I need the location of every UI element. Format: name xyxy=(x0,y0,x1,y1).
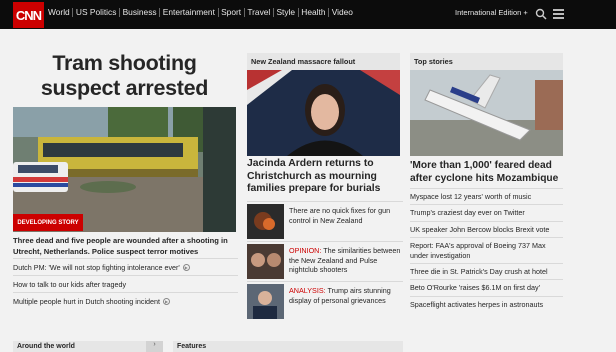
nav-video[interactable]: Video xyxy=(328,8,355,17)
section-header-nz[interactable]: New Zealand massacre fallout xyxy=(247,53,400,70)
play-icon[interactable]: ▶ xyxy=(163,297,171,305)
top-stories-list: Myspace lost 12 years' worth of music Tr… xyxy=(410,188,563,312)
nz-feature-image[interactable] xyxy=(247,70,400,156)
list-item[interactable]: There are no quick fixes for gun control… xyxy=(247,201,403,241)
nav-style[interactable]: Style xyxy=(272,8,298,17)
list-item[interactable]: Report: FAA's approval of Boeing 737 Max… xyxy=(410,237,563,263)
link-text[interactable]: Dutch PM: 'We will not stop fighting int… xyxy=(13,263,180,272)
nav-sport[interactable]: Sport xyxy=(217,8,244,17)
chevron-right-icon[interactable]: › xyxy=(146,341,163,352)
list-item[interactable]: Multiple people hurt in Dutch shooting i… xyxy=(13,292,238,309)
thumbnail[interactable] xyxy=(247,204,284,239)
list-item[interactable]: Spaceflight activates herpes in astronau… xyxy=(410,295,563,312)
thumbnail[interactable] xyxy=(247,284,284,319)
nav-business[interactable]: Business xyxy=(119,8,159,17)
thumb-text[interactable]: ANALYSIS: Trump airs stunning display of… xyxy=(289,286,403,305)
nz-related-list: There are no quick fixes for gun control… xyxy=(247,201,403,321)
top-navigation-bar: CNN World US Politics Business Entertain… xyxy=(0,0,616,29)
thumbnail[interactable] xyxy=(247,244,284,279)
cnn-logo[interactable]: CNN xyxy=(13,2,44,28)
nav-us-politics[interactable]: US Politics xyxy=(72,8,119,17)
section-header-around-the-world[interactable]: Around the world xyxy=(13,341,163,352)
lead-caption[interactable]: Three dead and five people are wounded a… xyxy=(13,236,238,257)
nav-travel[interactable]: Travel xyxy=(243,8,273,17)
list-item[interactable]: Three die in St. Patrick's Day crush at … xyxy=(410,263,563,279)
list-item[interactable]: ANALYSIS: Trump airs stunning display of… xyxy=(247,281,403,321)
link-text[interactable]: How to talk to our kids after tragedy xyxy=(13,280,126,289)
lead-headline[interactable]: Tram shooting suspect arrested xyxy=(13,51,236,101)
list-item[interactable]: Trump's craziest day ever on Twitter xyxy=(410,204,563,220)
list-item[interactable]: Myspace lost 12 years' worth of music xyxy=(410,188,563,204)
nav-entertainment[interactable]: Entertainment xyxy=(159,8,217,17)
link-text[interactable]: Multiple people hurt in Dutch shooting i… xyxy=(13,297,160,306)
edition-selector[interactable]: International Edition + xyxy=(455,8,528,17)
main-nav: World US Politics Business Entertainment… xyxy=(48,8,356,17)
thumb-text[interactable]: There are no quick fixes for gun control… xyxy=(289,206,403,225)
list-item[interactable]: Dutch PM: 'We will not stop fighting int… xyxy=(13,258,238,275)
list-item[interactable]: UK speaker John Bercow blocks Brexit vot… xyxy=(410,220,563,237)
list-item[interactable]: How to talk to our kids after tragedy xyxy=(13,275,238,292)
thumb-text[interactable]: OPINION: The similarities between the Ne… xyxy=(289,246,403,275)
section-header-top-stories[interactable]: Top stories xyxy=(410,53,563,70)
list-item[interactable]: Beto O'Rourke 'raises $6.1M on first day… xyxy=(410,279,563,295)
developing-story-badge: DEVELOPING STORY xyxy=(13,214,83,231)
play-icon[interactable]: ▶ xyxy=(182,263,190,271)
list-item[interactable]: OPINION: The similarities between the Ne… xyxy=(247,241,403,281)
top-story-caption[interactable]: 'More than 1,000' feared dead after cycl… xyxy=(410,160,566,185)
menu-icon[interactable] xyxy=(553,9,564,19)
section-header-features[interactable]: Features xyxy=(173,341,403,352)
top-story-image[interactable] xyxy=(410,70,563,156)
lead-related-list: Dutch PM: 'We will not stop fighting int… xyxy=(13,258,238,309)
nz-lead-caption[interactable]: Jacinda Ardern returns to Christchurch a… xyxy=(247,158,403,196)
nav-health[interactable]: Health xyxy=(297,8,328,17)
search-icon[interactable] xyxy=(535,8,547,20)
nav-world[interactable]: World xyxy=(48,8,72,17)
